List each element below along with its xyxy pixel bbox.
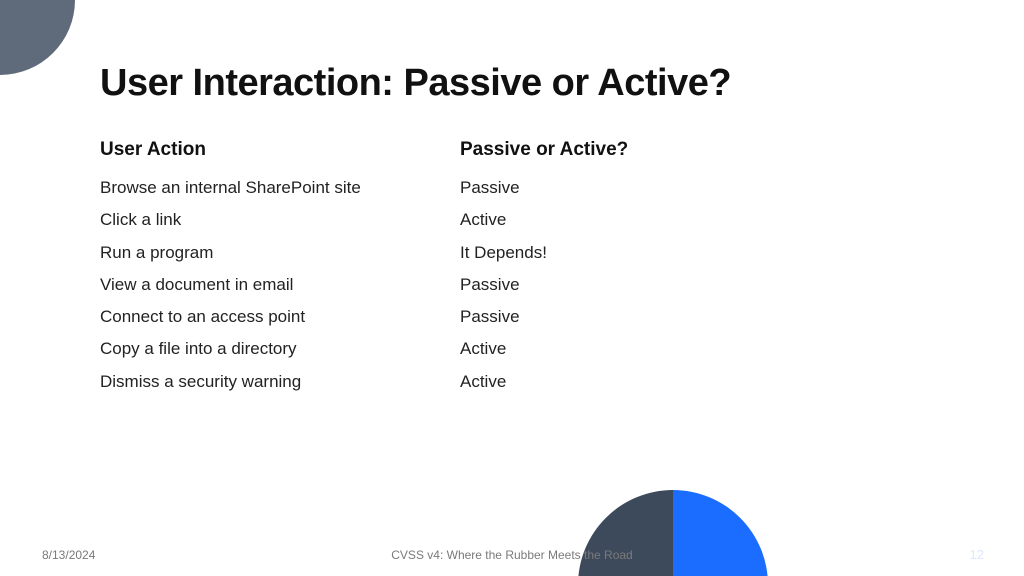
classification-row: Passive [460,274,760,295]
classification-row: It Depends! [460,242,760,263]
classification-row: Active [460,209,760,230]
classification-row: Active [460,371,760,392]
column-classification: Passive or Active? Passive Active It Dep… [460,139,760,403]
action-row: Browse an internal SharePoint site [100,177,460,198]
two-column-layout: User Action Browse an internal SharePoin… [100,139,924,403]
column-header-left: User Action [100,139,460,161]
action-row: Connect to an access point [100,306,460,327]
classification-row: Passive [460,306,760,327]
classification-row: Passive [460,177,760,198]
slide: User Interaction: Passive or Active? Use… [0,0,1024,576]
action-row: Click a link [100,209,460,230]
footer-page-number: 12 [970,547,984,562]
slide-title: User Interaction: Passive or Active? [100,62,924,105]
column-header-right: Passive or Active? [460,139,760,161]
footer-deck-title: CVSS v4: Where the Rubber Meets the Road [0,548,1024,562]
classification-row: Active [460,338,760,359]
slide-content: User Interaction: Passive or Active? Use… [0,0,1024,576]
action-row: View a document in email [100,274,460,295]
action-row: Dismiss a security warning [100,371,460,392]
column-user-action: User Action Browse an internal SharePoin… [100,139,460,403]
action-row: Run a program [100,242,460,263]
action-row: Copy a file into a directory [100,338,460,359]
